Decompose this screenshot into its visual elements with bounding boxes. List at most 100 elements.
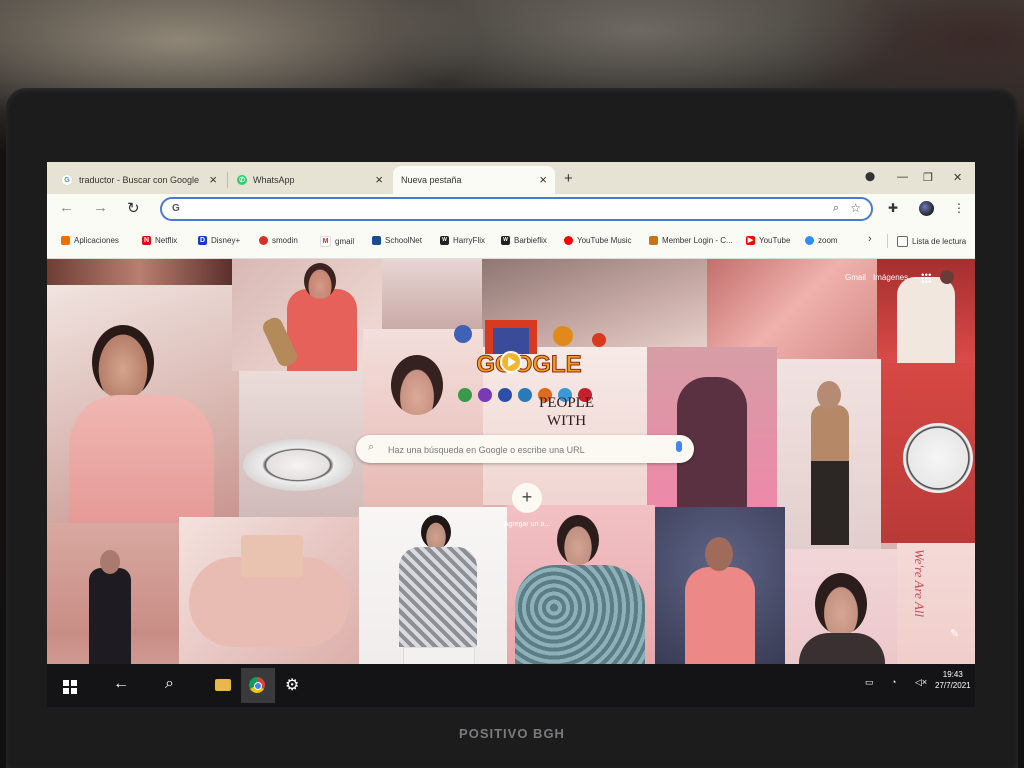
doodle-badge	[478, 388, 492, 402]
bookmark-barbieflix[interactable]: W Barbieflix	[501, 236, 547, 245]
photo-figure	[304, 263, 336, 299]
doodle-character	[553, 326, 573, 346]
address-input[interactable]	[188, 201, 792, 219]
close-tab-icon[interactable]: ×	[209, 172, 217, 187]
bookmark-disney[interactable]: D Disney+	[198, 236, 240, 245]
bookmark-youtube[interactable]: ▶ YouTube	[746, 236, 790, 245]
close-window-button[interactable]: ✕	[953, 171, 962, 184]
tab-traductor[interactable]: G traductor - Buscar con Google ×	[53, 166, 225, 194]
back-arrow-icon[interactable]: ←	[113, 675, 129, 693]
microphone-icon[interactable]	[676, 441, 682, 452]
collage-photo	[881, 363, 975, 543]
wix-icon: W	[440, 236, 449, 245]
customize-pencil-icon[interactable]: ✎	[950, 627, 959, 640]
tab-bar: G traductor - Buscar con Google × ✆ What…	[47, 162, 975, 194]
new-tab-button[interactable]: +	[564, 170, 573, 187]
tab-whatsapp[interactable]: ✆ WhatsApp ×	[229, 166, 391, 194]
disney-icon: D	[198, 236, 207, 245]
reading-list-button[interactable]: Lista de lectura	[897, 236, 966, 247]
smodin-icon	[259, 236, 268, 245]
bookmark-netflix[interactable]: N Netflix	[142, 236, 177, 245]
new-tab-page: Gmail Imágenes GOOGLE PEOPLE WITH ⌕ Haz …	[47, 259, 975, 707]
forward-button[interactable]: →	[93, 199, 108, 216]
search-icon: ⌕	[368, 441, 375, 453]
file-explorer-icon[interactable]	[215, 679, 231, 691]
bookmark-schoolnet[interactable]: SchoolNet	[372, 236, 422, 245]
clock-time: 19:43	[942, 670, 963, 679]
bookmark-label: Barbieflix	[514, 236, 547, 245]
extensions-icon[interactable]: ✚	[888, 201, 898, 215]
bookmark-label: YouTube	[759, 236, 791, 245]
bookmark-gmail[interactable]: Mgmail	[320, 236, 354, 247]
search-icon[interactable]: ⌕	[165, 675, 174, 693]
apps-grid-icon	[61, 236, 70, 245]
battery-icon[interactable]: ▭	[865, 677, 874, 688]
tab-title: Nueva pestaña	[401, 175, 462, 185]
add-shortcut-button[interactable]: +	[512, 483, 542, 513]
zoom-icon[interactable]: ⌕	[833, 202, 839, 215]
bookmark-harryflix[interactable]: W HarryFlix	[440, 236, 485, 245]
youtube-music-icon	[564, 236, 573, 245]
profile-avatar[interactable]	[919, 201, 934, 216]
reading-list-icon	[897, 236, 908, 247]
bookmark-label: Netflix	[155, 236, 178, 245]
laptop-brand: POSITIVO BGH	[459, 726, 565, 741]
tab-nueva-pestana[interactable]: Nueva pestaña ×	[393, 166, 555, 194]
menu-icon[interactable]: ⋮	[953, 201, 965, 215]
bookmark-star-icon[interactable]: ☆	[850, 201, 861, 215]
bookmark-label: Member Login - C...	[662, 236, 733, 245]
poster-side-text: We're Are All	[912, 549, 927, 618]
photo-figure	[817, 381, 841, 409]
bookmark-label: YouTube Music	[577, 236, 632, 245]
google-apps-icon[interactable]	[921, 273, 931, 283]
bookmark-zoom[interactable]: zoom	[805, 236, 838, 245]
photo-figure	[421, 515, 451, 549]
taskbar-clock[interactable]: 19:43 27/7/2021	[935, 669, 971, 691]
clock-date: 27/7/2021	[935, 681, 971, 690]
add-shortcut-label: Agregar un a...	[503, 521, 551, 528]
wifi-icon[interactable]: ◔	[891, 677, 896, 687]
close-tab-icon[interactable]: ×	[539, 172, 547, 187]
bookmark-member-login[interactable]: Member Login - C...	[649, 236, 733, 245]
tab-search-icon[interactable]: ⬤	[865, 171, 875, 182]
gmail-link[interactable]: Gmail	[845, 273, 866, 282]
account-avatar[interactable]	[940, 270, 954, 284]
windows-start-icon[interactable]	[63, 680, 77, 694]
minimize-button[interactable]: —	[897, 171, 908, 183]
address-bar[interactable]: G ⌕ ☆	[160, 197, 873, 221]
photo-figure	[287, 289, 357, 371]
photo-figure	[69, 395, 214, 523]
poster-text: PEOPLE WITH	[539, 394, 594, 430]
member-login-icon	[649, 236, 658, 245]
speaker-muted-icon[interactable]: ◁×	[915, 677, 927, 688]
restore-button[interactable]: ❐	[923, 171, 933, 184]
zoom-icon	[805, 236, 814, 245]
google-doodle[interactable]: GOOGLE	[449, 316, 609, 406]
youtube-icon: ▶	[746, 236, 755, 245]
settings-gear-icon[interactable]: ⚙	[285, 675, 299, 695]
chrome-taskbar-button[interactable]	[241, 668, 275, 703]
bookmark-youtube-music[interactable]: YouTube Music	[564, 236, 632, 245]
bookmark-smodin[interactable]: smodin	[259, 236, 298, 245]
photo-figure	[705, 537, 733, 571]
bookmark-aplicaciones[interactable]: Aplicaciones	[61, 236, 119, 245]
gmail-icon: M	[320, 236, 331, 247]
ntp-search-box[interactable]: ⌕	[356, 435, 694, 463]
bookmark-label: Disney+	[211, 236, 241, 245]
more-bookmarks-chevron-icon[interactable]: ›	[868, 233, 872, 245]
collage-photo	[239, 371, 363, 523]
back-button[interactable]: ←	[59, 199, 74, 216]
photo-figure	[399, 547, 477, 647]
doodle-badge	[458, 388, 472, 402]
netflix-icon: N	[142, 236, 151, 245]
reload-button[interactable]: ↻	[127, 199, 140, 217]
doodle-wordmark: GOOGLE	[476, 351, 581, 378]
collage-photo	[47, 259, 232, 285]
ntp-search-input[interactable]	[386, 441, 660, 459]
images-link[interactable]: Imágenes	[873, 273, 908, 282]
close-tab-icon[interactable]: ×	[375, 172, 383, 187]
poster-line: WITH	[546, 413, 587, 429]
photo-figure	[897, 277, 955, 363]
photo-figure	[391, 355, 443, 415]
tab-title: WhatsApp	[253, 175, 295, 185]
